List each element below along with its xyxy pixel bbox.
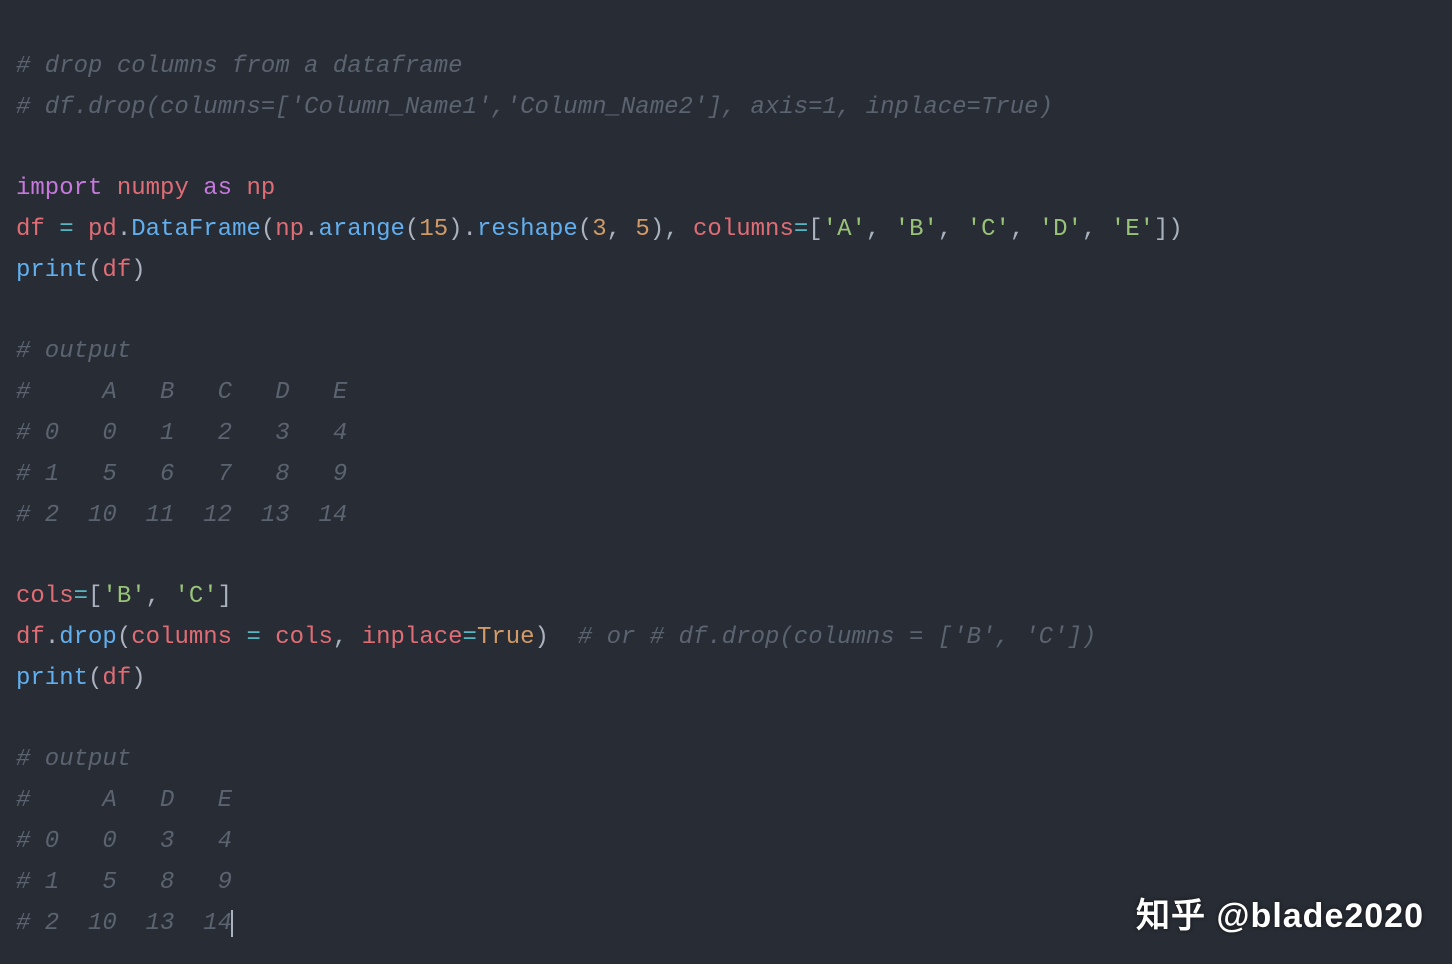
comment-line: # df.drop(columns=['Column_Name1','Colum… — [16, 94, 1053, 121]
code-line: import numpy as np — [16, 175, 275, 202]
comment-line: # A D E — [16, 787, 232, 814]
comment-line: # 2 10 11 12 13 14 — [16, 502, 347, 529]
comment-line: # A B C D E — [16, 379, 347, 406]
comment-line: # 0 0 1 2 3 4 — [16, 420, 347, 447]
code-line: cols=['B', 'C'] — [16, 583, 232, 610]
comment-line: # output — [16, 746, 131, 773]
comment-line: # 1 5 6 7 8 9 — [16, 461, 347, 488]
code-line: print(df) — [16, 665, 146, 692]
watermark: 知乎 @blade2020 — [1136, 888, 1424, 946]
comment-line: # 1 5 8 9 — [16, 869, 232, 896]
code-line: print(df) — [16, 257, 146, 284]
comment-line: # drop columns from a dataframe — [16, 53, 462, 80]
comment-line: # 0 0 3 4 — [16, 828, 232, 855]
text-cursor-icon — [231, 910, 233, 936]
code-line: df.drop(columns = cols, inplace=True) # … — [16, 624, 1096, 651]
comment-line: # output — [16, 338, 131, 365]
code-line: df = pd.DataFrame(np.arange(15).reshape(… — [16, 216, 1183, 243]
code-block: # drop columns from a dataframe # df.dro… — [0, 0, 1452, 944]
comment-line: # 2 10 13 14 — [16, 910, 232, 937]
